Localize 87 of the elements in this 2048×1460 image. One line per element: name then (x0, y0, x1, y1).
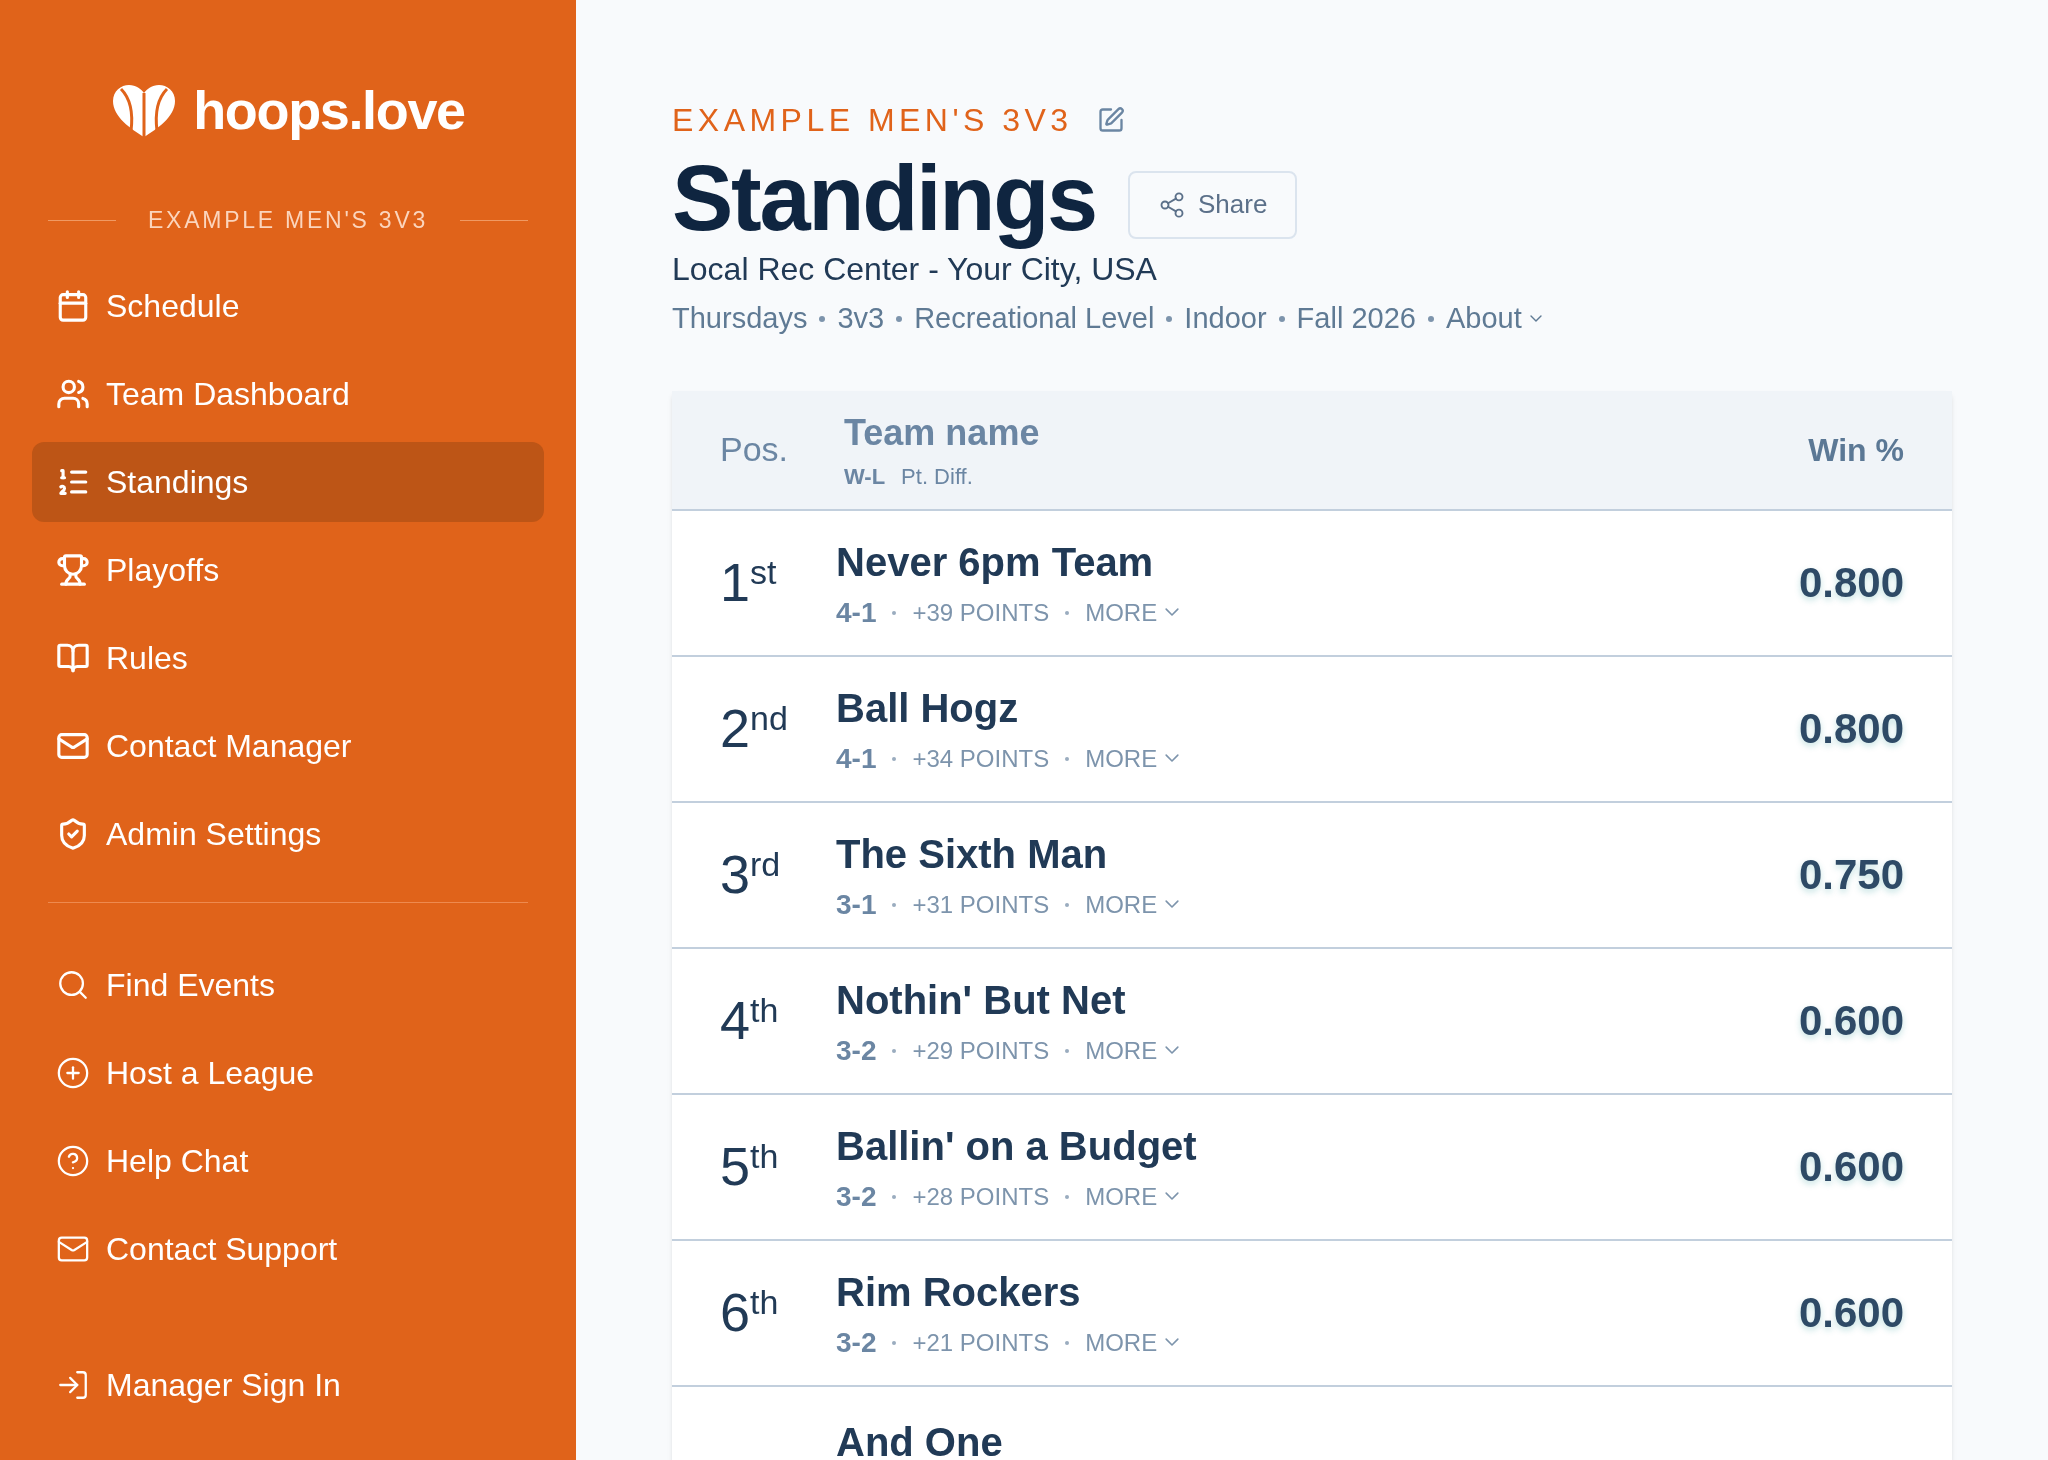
nav-item[interactable]: Admin Settings (32, 793, 544, 874)
team-record: 4-1 (836, 595, 877, 630)
league-name: EXAMPLE MEN'S 3V3 (147, 206, 429, 235)
more-button[interactable]: MORE (1085, 594, 1180, 631)
win-percentage: 0.750 (1798, 850, 1904, 901)
team-name: And One (836, 1418, 1004, 1460)
about-link[interactable]: About (1445, 297, 1542, 341)
share-icon (1158, 190, 1186, 219)
nav-item[interactable]: Rules (32, 617, 544, 698)
win-percentage: 0.600 (1798, 1288, 1904, 1339)
nav-link[interactable]: Host a League (32, 1032, 544, 1113)
help-icon (56, 1143, 90, 1178)
team-record: 3-1 (836, 887, 877, 922)
meta-item: Recreational Level (914, 301, 1155, 337)
standings-row[interactable]: 4$^{th}$ Nothin' But Net 3-2 +29 POINTS MORE 0.600 (672, 948, 1952, 1095)
team-record: 3-2 (836, 1325, 877, 1360)
point-diff: +34 POINTS (912, 743, 1050, 774)
nav-item[interactable]: Contact Manager (32, 705, 544, 786)
more-button[interactable]: MORE (1085, 1324, 1180, 1361)
meta-item: Fall 2026 (1296, 301, 1416, 337)
team-record: 4-1 (836, 741, 877, 776)
nav-link[interactable]: Find Events (32, 944, 544, 1025)
chevron-icon (1165, 1338, 1180, 1347)
nav-item[interactable]: Team Dashboard (32, 353, 544, 434)
column-header: Win % (1808, 430, 1904, 470)
nav-item[interactable]: Playoffs (32, 529, 544, 610)
chevron-icon (1165, 1192, 1180, 1201)
more-button[interactable]: MORE (1085, 886, 1180, 923)
position: 1$^{st}$ (720, 551, 778, 615)
team-name: Ballin' on a Budget (836, 1122, 1198, 1170)
position: 5$^{th}$ (720, 1135, 780, 1199)
point-diff: +39 POINTS (912, 597, 1050, 628)
win-percentage: 0.800 (1798, 558, 1904, 609)
column-header: Team name (844, 411, 1041, 456)
team-name: Rim Rockers (836, 1268, 1082, 1316)
meta-item: Indoor (1184, 301, 1267, 337)
chevron-icon (1165, 754, 1180, 763)
chevron-icon (1165, 900, 1180, 909)
logo-icon (111, 82, 178, 139)
logo-text: hoops.love (193, 79, 465, 142)
nav-link[interactable]: Contact Support (32, 1208, 544, 1289)
position: 4$^{th}$ (720, 989, 780, 1053)
more-button[interactable]: MORE (1085, 740, 1180, 777)
team-name: Ball Hogz (836, 684, 1020, 732)
chevron-icon (1165, 1046, 1180, 1055)
win-percentage: 0.600 (1798, 996, 1904, 1047)
win-percentage: 0.800 (1798, 704, 1904, 755)
position: 3$^{rd}$ (720, 843, 782, 907)
team-name: Nothin' But Net (836, 976, 1127, 1024)
more-button[interactable]: MORE (1085, 1032, 1180, 1069)
point-diff: +29 POINTS (912, 1035, 1050, 1066)
trophy-icon (56, 552, 90, 587)
standings-row[interactable]: 3$^{rd}$ The Sixth Man 3-1 +31 POINTS MORE 0.750 (672, 802, 1952, 949)
team-record: 3-2 (836, 1179, 877, 1214)
chevron-icon (1165, 608, 1180, 617)
point-diff: +28 POINTS (912, 1181, 1050, 1212)
calendar-icon (56, 288, 90, 323)
win-percentage: 0.600 (1798, 1142, 1904, 1193)
position: 6$^{th}$ (720, 1281, 780, 1345)
league-label: EXAMPLE MEN'S 3V3 (672, 101, 1073, 140)
standings-row[interactable]: 5$^{th}$ Ballin' on a Budget 3-2 +28 POINTS MORE 0.600 (672, 1094, 1952, 1241)
meta-item: 3v3 (837, 301, 885, 337)
share-button[interactable]: Share (1128, 170, 1298, 239)
nav-item[interactable]: Standings (32, 441, 544, 522)
standings-row[interactable]: 2$^{nd}$ Ball Hogz 4-1 +34 POINTS MORE 0.800 (672, 656, 1952, 803)
nav-link[interactable]: Help Chat (32, 1120, 544, 1201)
sign-in-link[interactable]: Manager Sign In (32, 1344, 544, 1425)
standings-row[interactable]: And One (672, 1386, 1952, 1460)
column-subheader: Pt. Diff. (901, 463, 973, 492)
more-button[interactable]: MORE (1085, 1178, 1180, 1215)
column-header: Pos. (720, 429, 790, 471)
team-record: 3-2 (836, 1033, 877, 1068)
venue-text: Local Rec Center - Your City, USA (672, 250, 1158, 290)
team-name: The Sixth Man (836, 830, 1109, 878)
team-name: Never 6pm Team (836, 538, 1155, 586)
page-title: Standings (672, 148, 1096, 250)
edit-icon[interactable] (1096, 106, 1125, 134)
nav-item[interactable]: Schedule (32, 265, 544, 346)
chevron-icon (1529, 315, 1542, 323)
column-subheader: W-L (844, 463, 886, 492)
position: 2$^{nd}$ (720, 697, 789, 761)
point-diff: +31 POINTS (912, 889, 1050, 920)
standings-row[interactable]: 6$^{th}$ Rim Rockers 3-2 +21 POINTS MORE 0.600 (672, 1240, 1952, 1387)
standings-row[interactable]: 1$^{st}$ Never 6pm Team 4-1 +39 POINTS MORE 0.800 (672, 510, 1952, 657)
meta-item: Thursdays (672, 301, 808, 337)
plus-circle-icon (56, 1055, 90, 1090)
point-diff: +21 POINTS (912, 1327, 1050, 1358)
